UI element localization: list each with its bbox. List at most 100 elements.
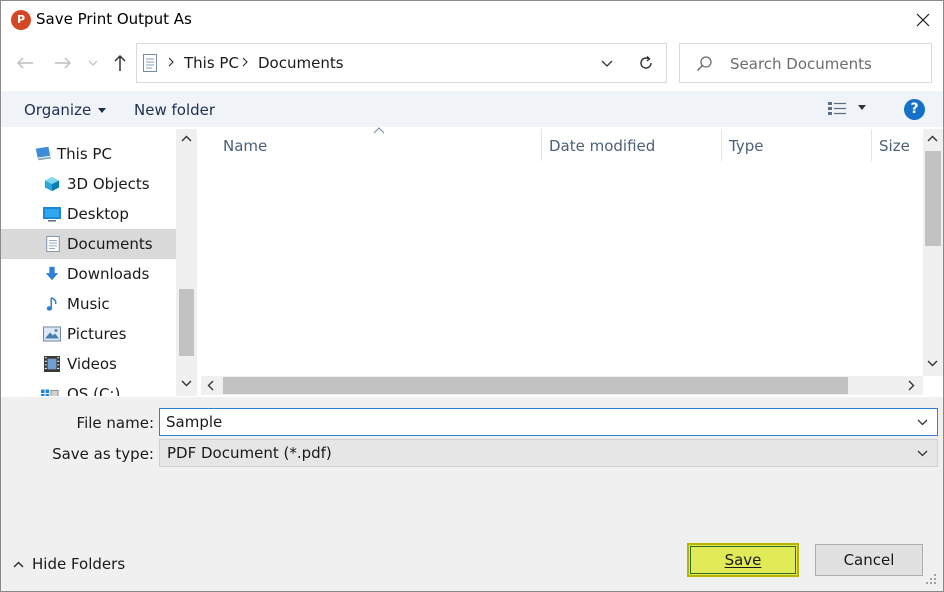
column-header-date-modified[interactable]: Date modified <box>549 137 655 155</box>
save-button-label: Save <box>724 551 762 569</box>
column-header-size[interactable]: Size <box>879 137 910 155</box>
save-as-type-select[interactable]: PDF Document (*.pdf) <box>159 439 938 467</box>
nav-label: Music <box>67 295 110 313</box>
nav-item-this-pc[interactable]: This PC <box>1 139 176 169</box>
scrollbar-thumb[interactable] <box>925 151 941 246</box>
file-list-horizontal-scrollbar[interactable] <box>201 376 923 395</box>
document-icon <box>46 236 60 252</box>
powerpoint-app-icon: P <box>11 10 31 30</box>
nav-label: Desktop <box>67 205 129 223</box>
search-placeholder: Search Documents <box>730 55 872 73</box>
file-name-label: File name: <box>76 414 154 432</box>
chevron-down-icon[interactable] <box>927 360 938 367</box>
back-button[interactable] <box>11 47 39 79</box>
nav-item-downloads[interactable]: Downloads <box>1 259 176 289</box>
chevron-down-icon <box>917 450 927 456</box>
nav-label: Downloads <box>67 265 150 283</box>
view-options-icon[interactable] <box>827 101 847 117</box>
resize-grip-icon[interactable] <box>925 573 937 585</box>
address-dropdown-button[interactable] <box>589 44 625 82</box>
forward-arrow-icon <box>55 57 71 69</box>
scrollbar-thumb[interactable] <box>223 377 848 394</box>
file-name-dropdown-button[interactable] <box>909 409 935 435</box>
title-bar: P Save Print Output As <box>1 1 943 39</box>
music-note-icon <box>46 297 57 311</box>
caret-down-icon <box>97 108 106 113</box>
address-bar[interactable]: This PC Documents <box>136 43 626 83</box>
nav-label: Pictures <box>67 325 127 343</box>
nav-item-os-drive[interactable]: OS (C:) <box>1 379 176 396</box>
organize-label: Organize <box>24 101 92 119</box>
chevron-right-icon <box>242 57 248 67</box>
chevron-right-icon <box>168 57 174 67</box>
cancel-button[interactable]: Cancel <box>815 544 923 576</box>
column-divider[interactable] <box>721 129 722 161</box>
nav-label: 3D Objects <box>67 175 150 193</box>
close-button[interactable] <box>903 1 943 39</box>
nav-label: This PC <box>57 145 112 163</box>
save-button[interactable]: Save <box>687 543 799 577</box>
chevron-up-icon[interactable] <box>927 135 938 142</box>
breadcrumb-this-pc[interactable]: This PC <box>184 54 239 72</box>
nav-item-desktop[interactable]: Desktop <box>1 199 176 229</box>
refresh-button[interactable] <box>625 43 667 83</box>
organize-menu[interactable]: Organize <box>24 101 106 119</box>
chevron-left-icon[interactable] <box>207 380 214 391</box>
file-name-field[interactable] <box>159 408 938 436</box>
breadcrumb-documents[interactable]: Documents <box>258 54 344 72</box>
picture-icon <box>43 326 61 342</box>
save-options-panel: File name: Save as type: PDF Document (*… <box>1 397 943 591</box>
column-divider[interactable] <box>871 129 872 161</box>
chevron-down-icon[interactable] <box>181 380 192 387</box>
nav-item-pictures[interactable]: Pictures <box>1 319 176 349</box>
save-as-type-label: Save as type: <box>52 445 154 463</box>
forward-button[interactable] <box>49 47 77 79</box>
up-arrow-icon <box>114 54 126 71</box>
up-button[interactable] <box>106 47 134 79</box>
nav-label: Documents <box>67 235 153 253</box>
nav-label: OS (C:) <box>67 385 121 396</box>
nav-item-videos[interactable]: Videos <box>1 349 176 379</box>
chevron-down-icon <box>917 419 927 425</box>
film-icon <box>44 356 60 372</box>
computer-icon <box>35 146 52 161</box>
hide-folders-button[interactable]: Hide Folders <box>13 555 125 573</box>
column-header-type[interactable]: Type <box>729 137 763 155</box>
save-as-type-value: PDF Document (*.pdf) <box>167 444 332 462</box>
nav-label: Videos <box>67 355 117 373</box>
search-icon <box>696 56 712 72</box>
chevron-right-icon[interactable] <box>908 380 915 391</box>
nav-item-documents[interactable]: Documents <box>1 229 176 259</box>
chevron-up-icon[interactable] <box>181 135 192 142</box>
document-icon <box>143 54 157 72</box>
drive-icon <box>41 389 59 396</box>
download-arrow-icon <box>45 266 59 281</box>
scrollbar-thumb[interactable] <box>179 289 194 356</box>
close-icon <box>916 13 930 27</box>
recent-locations-button[interactable] <box>83 47 103 79</box>
column-divider[interactable] <box>541 129 542 161</box>
cube-icon <box>44 176 60 192</box>
help-button[interactable]: ? <box>904 99 925 120</box>
sort-ascending-icon <box>373 127 385 134</box>
nav-item-music[interactable]: Music <box>1 289 176 319</box>
new-folder-button[interactable]: New folder <box>134 101 215 119</box>
file-name-input[interactable] <box>160 409 900 435</box>
nav-pane-scrollbar[interactable] <box>176 129 197 396</box>
dialog-title: Save Print Output As <box>36 10 192 28</box>
chevron-down-icon <box>88 60 98 66</box>
search-box[interactable]: Search Documents <box>679 43 932 83</box>
hide-folders-label: Hide Folders <box>32 555 126 573</box>
save-as-type-dropdown-button[interactable] <box>909 440 935 466</box>
back-arrow-icon <box>17 57 33 69</box>
desktop-icon <box>43 207 61 222</box>
file-list-vertical-scrollbar[interactable] <box>923 129 943 376</box>
navigation-pane: This PC 3D Objects Desktop Documents Dow… <box>1 129 197 396</box>
nav-item-3d-objects[interactable]: 3D Objects <box>1 169 176 199</box>
chevron-up-icon <box>13 561 24 568</box>
caret-down-icon[interactable] <box>858 105 866 110</box>
refresh-icon <box>639 55 652 69</box>
save-dialog: P Save Print Output As This PC Documents… <box>0 0 944 592</box>
command-bar: Organize New folder ? <box>1 91 943 127</box>
column-header-name[interactable]: Name <box>223 137 267 155</box>
